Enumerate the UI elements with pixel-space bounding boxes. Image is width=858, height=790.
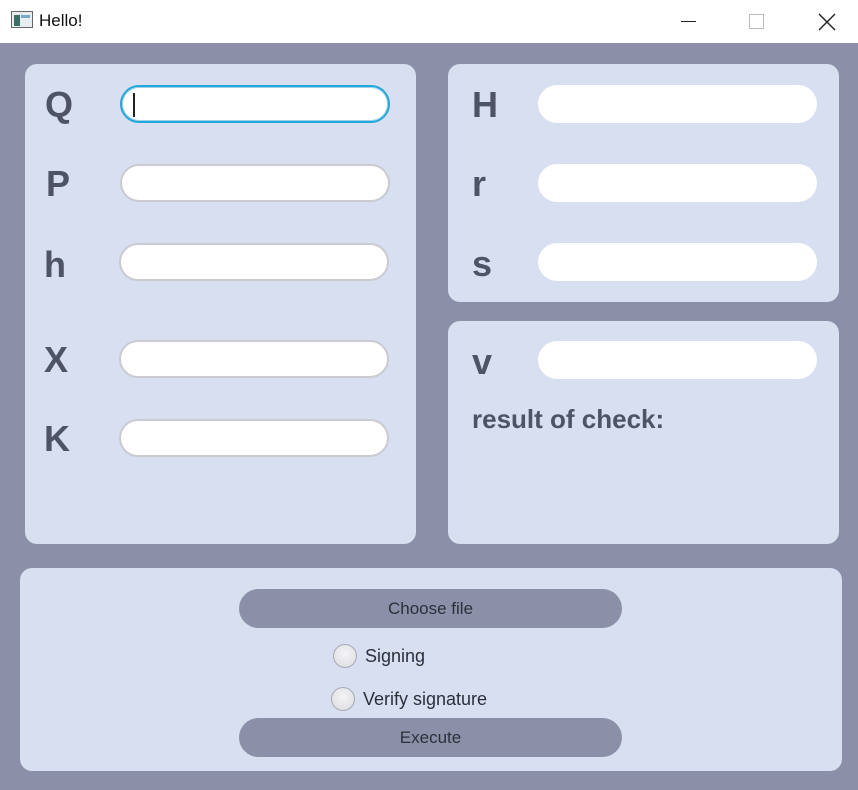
verify-signature-radio-label: Verify signature [363, 688, 488, 709]
q-input[interactable] [120, 85, 390, 123]
label-p: P [46, 163, 71, 204]
app-window-icon [11, 11, 33, 28]
minimize-icon [680, 21, 696, 22]
close-button[interactable] [804, 0, 850, 43]
label-q: Q [45, 84, 74, 125]
r-input[interactable] [538, 164, 817, 202]
maximize-icon [748, 14, 764, 29]
label-v: v [472, 341, 493, 382]
signing-radio[interactable] [333, 644, 357, 668]
h-input[interactable] [119, 243, 389, 281]
result-of-check-label: result of check: [472, 404, 665, 434]
signing-option[interactable]: Signing [333, 644, 425, 668]
k-input[interactable] [119, 419, 389, 457]
p-input[interactable] [120, 164, 390, 202]
label-r: r [472, 163, 487, 204]
label-s: s [472, 243, 493, 284]
hash-input[interactable] [538, 85, 817, 123]
choose-file-button[interactable]: Choose file [239, 589, 622, 628]
v-input[interactable] [538, 341, 817, 379]
s-input[interactable] [538, 243, 817, 281]
minimize-button[interactable] [665, 0, 711, 43]
signing-radio-label: Signing [365, 645, 426, 666]
parameters-panel [25, 64, 416, 544]
label-hash: H [472, 84, 498, 125]
x-input[interactable] [119, 340, 389, 378]
text-cursor [133, 93, 135, 117]
verify-signature-radio[interactable] [331, 687, 355, 711]
verify-signature-option[interactable]: Verify signature [331, 687, 487, 711]
window-title: Hello! [39, 11, 83, 30]
label-k: K [44, 418, 70, 459]
label-h: h [44, 244, 66, 285]
title-bar: Hello! [0, 0, 858, 43]
close-icon [818, 13, 836, 30]
label-x: X [44, 339, 69, 380]
execute-button[interactable]: Execute [239, 718, 622, 757]
maximize-button[interactable] [733, 0, 779, 43]
